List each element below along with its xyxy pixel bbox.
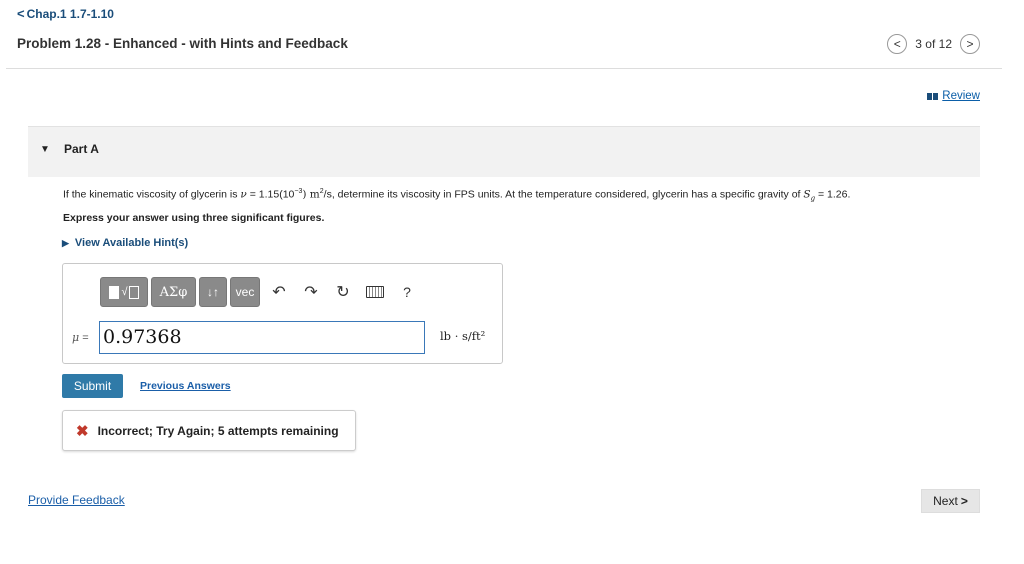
templates-button[interactable]: √ <box>100 277 148 307</box>
part-header[interactable] <box>28 126 980 177</box>
equals-sign: = <box>79 332 89 344</box>
reset-icon[interactable]: ↻ <box>327 277 359 307</box>
pager-text: 3 of 12 <box>915 37 952 51</box>
math-toolbar: √ ΑΣφ ↓↑ vec ↶ ↷ ↻ ? <box>100 277 423 307</box>
view-hints-toggle[interactable]: ▶ View Available Hint(s) <box>62 237 188 249</box>
templates-icon: √ <box>109 285 139 299</box>
question-text: If the kinematic viscosity of glycerin i… <box>63 188 850 203</box>
review-label: Review <box>942 90 980 102</box>
sub-superscript-button[interactable]: ↓↑ <box>199 277 227 307</box>
back-to-chapter-link[interactable]: < Chap.1 1.7-1.10 <box>17 6 114 21</box>
chevron-left-icon: < <box>17 6 25 21</box>
previous-problem-button[interactable]: < <box>887 34 908 54</box>
question-text-4: /s, determine its viscosity in FPS units… <box>323 188 804 201</box>
provide-feedback-link[interactable]: Provide Feedback <box>28 493 125 507</box>
s-symbol: S <box>803 188 811 201</box>
feedback-text: Incorrect; Try Again; 5 attempts remaini… <box>97 423 339 438</box>
help-icon[interactable]: ? <box>391 277 423 307</box>
back-link-label: Chap.1 1.7-1.10 <box>26 6 114 21</box>
feedback-message: ✖ Incorrect; Try Again; 5 attempts remai… <box>62 410 356 451</box>
next-problem-button[interactable]: > <box>960 34 980 54</box>
question-text-1: If the kinematic viscosity of glycerin i… <box>63 188 241 201</box>
answer-variable-label: μ = <box>72 331 89 344</box>
hints-label: View Available Hint(s) <box>74 237 189 249</box>
vector-button[interactable]: vec <box>230 277 260 307</box>
answer-input[interactable]: 0.97368 <box>99 321 425 354</box>
next-label: Next <box>933 494 958 508</box>
review-link[interactable]: Review <box>927 90 980 102</box>
submit-button[interactable]: Submit <box>62 374 123 398</box>
keyboard-shortcuts-button[interactable] <box>359 277 391 307</box>
chevron-right-icon: > <box>966 37 974 51</box>
page-title: Problem 1.28 - Enhanced - with Hints and… <box>17 36 348 51</box>
question-text-2: = 1.15(10 <box>246 188 295 201</box>
problem-pager: < 3 of 12 > <box>887 34 980 54</box>
chevron-left-icon: < <box>893 37 901 51</box>
caret-down-icon[interactable]: ▼ <box>40 144 50 155</box>
answer-units: lb · s/ft² <box>440 329 486 343</box>
caret-right-icon: ▶ <box>62 237 69 248</box>
redo-icon[interactable]: ↷ <box>295 277 327 307</box>
previous-answers-link[interactable]: Previous Answers <box>140 380 231 392</box>
greek-symbols-button[interactable]: ΑΣφ <box>151 277 196 307</box>
header-divider <box>6 68 1002 69</box>
next-button[interactable]: Next > <box>921 489 980 513</box>
book-icon <box>927 92 939 100</box>
part-label: Part A <box>64 142 99 156</box>
chevron-right-icon: > <box>960 494 968 508</box>
undo-icon[interactable]: ↶ <box>263 277 295 307</box>
answer-instruction: Express your answer using three signific… <box>63 212 325 224</box>
question-text-5: = 1.26. <box>815 188 851 201</box>
question-text-3: ) m <box>302 188 320 201</box>
incorrect-x-icon: ✖ <box>76 422 89 440</box>
keyboard-icon <box>366 286 384 298</box>
